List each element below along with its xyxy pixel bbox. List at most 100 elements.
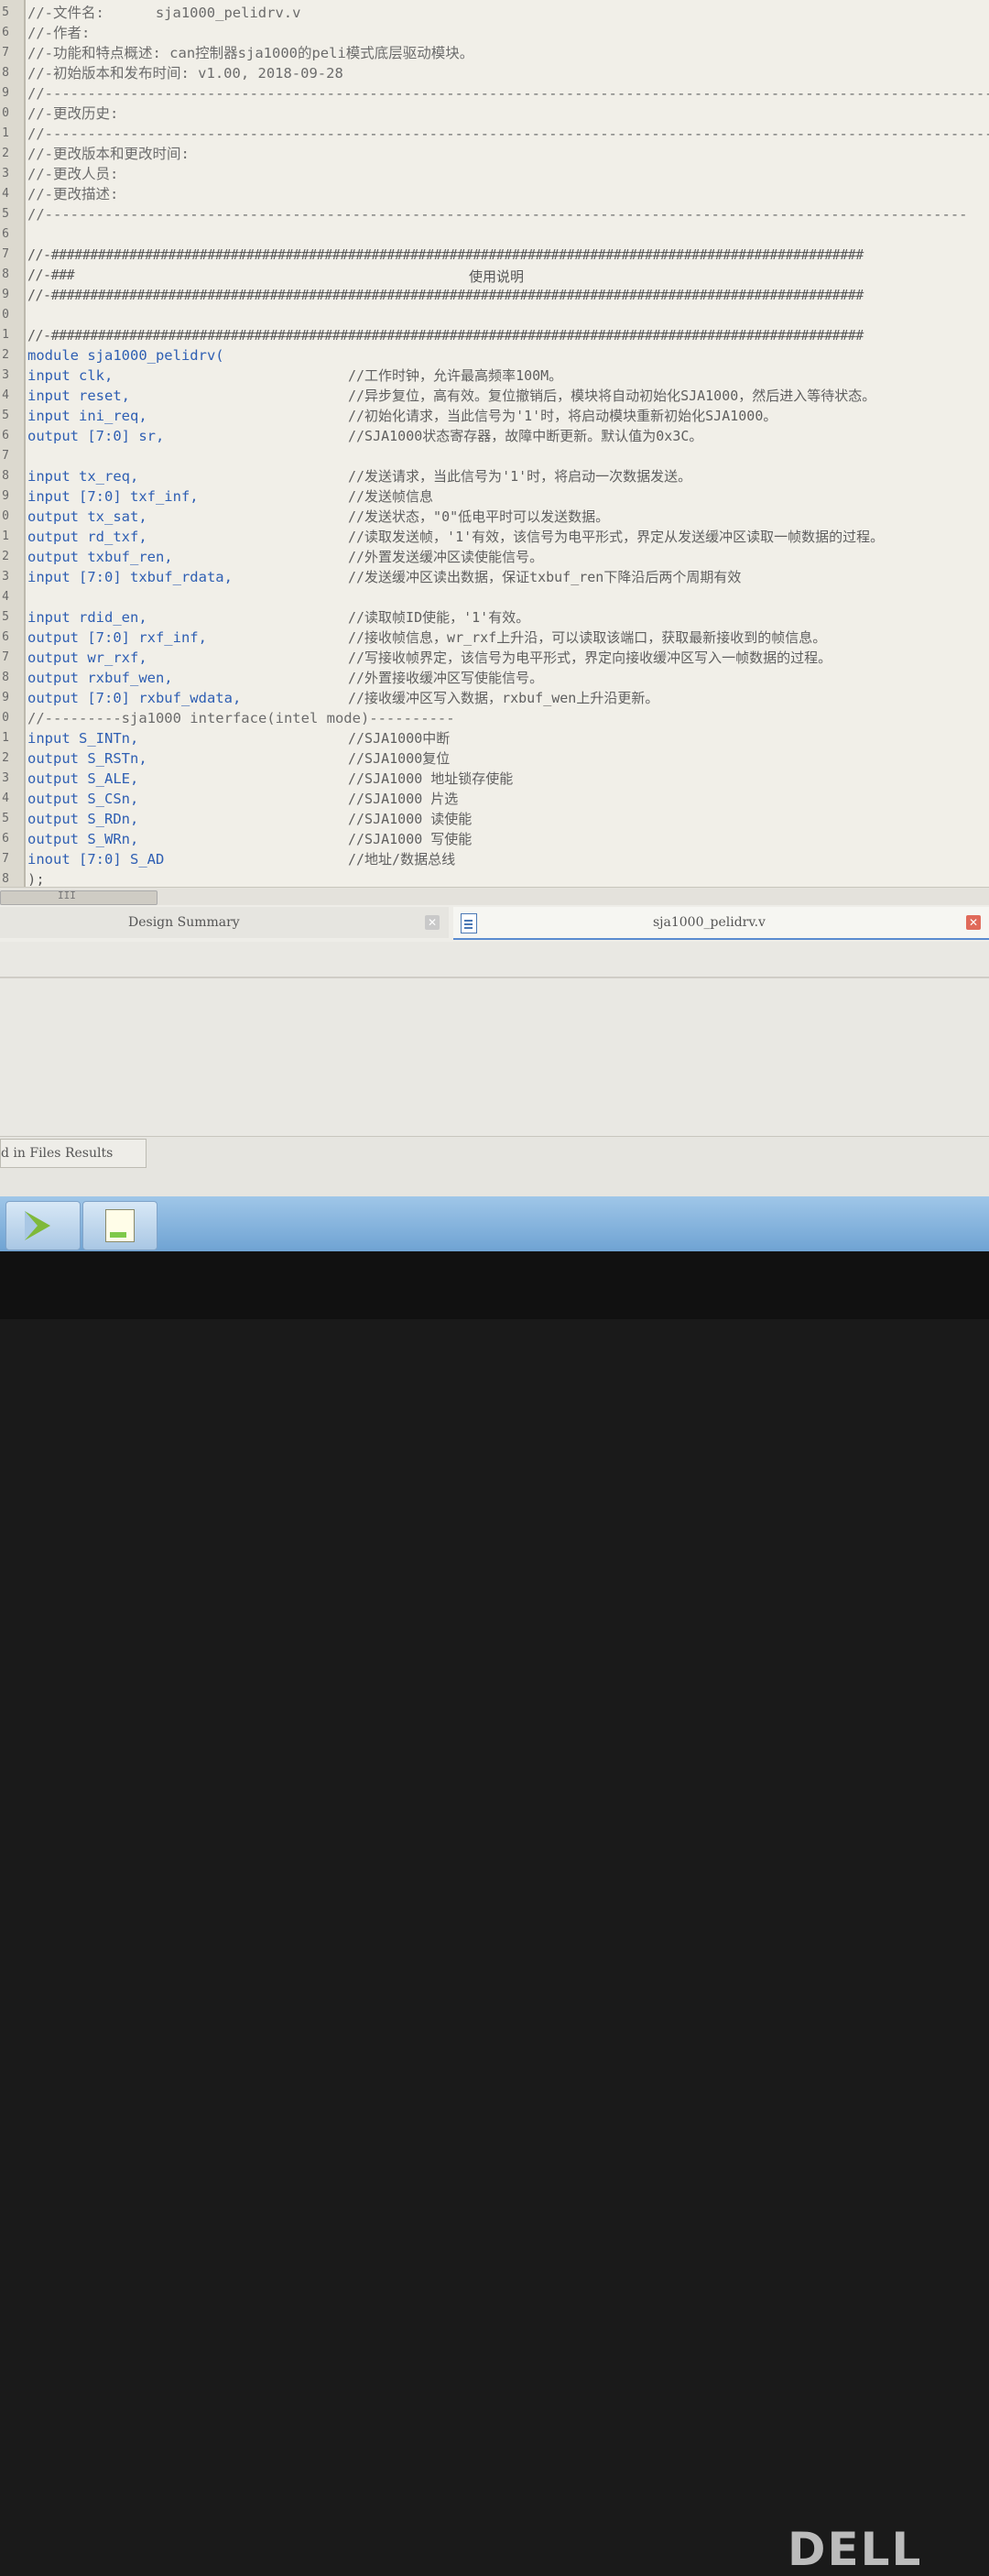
port-declaration[interactable]: input S_INTn,: [27, 728, 138, 748]
separator-hash-line[interactable]: //-#####################################…: [27, 285, 864, 305]
port-declaration[interactable]: output rd_txf,: [27, 527, 147, 547]
separator-hash-line[interactable]: //-#####################################…: [27, 245, 864, 265]
line-number: 7: [2, 449, 9, 463]
header-comment-line[interactable]: //-更改版本和更改时间:: [27, 144, 190, 164]
port-comment[interactable]: //SJA1000状态寄存器，故障中断更新。默认值为0x3C。: [348, 426, 702, 446]
header-comment-line[interactable]: //-更改描述:: [27, 184, 118, 204]
header-comment-line[interactable]: //--------------------------------------…: [27, 83, 989, 104]
port-comment[interactable]: //SJA1000中断: [348, 728, 450, 748]
port-declaration[interactable]: input clk,: [27, 366, 113, 386]
line-number: 9: [2, 288, 9, 301]
line-number: 2: [2, 751, 9, 765]
line-number: 4: [2, 187, 9, 201]
port-comment[interactable]: //读取发送帧，'1'有效，该信号为电平形式，界定从发送缓冲区读取一帧数据的过程…: [348, 527, 884, 547]
line-number: 0: [2, 308, 9, 322]
line-number: 9: [2, 691, 9, 704]
port-declaration[interactable]: output [7:0] sr,: [27, 426, 164, 446]
usage-title-line[interactable]: //-###: [27, 265, 75, 285]
port-comment[interactable]: //发送帧信息: [348, 486, 433, 507]
panel-divider: [0, 977, 989, 978]
scrollbar-thumb[interactable]: III: [0, 890, 158, 905]
port-comment[interactable]: //SJA1000复位: [348, 748, 450, 769]
header-comment-line[interactable]: //-文件名: sja1000_pelidrv.v: [27, 3, 300, 23]
module-close[interactable]: );: [27, 869, 45, 887]
port-declaration[interactable]: output wr_rxf,: [27, 648, 147, 668]
port-comment[interactable]: //SJA1000 片选: [348, 789, 458, 809]
port-declaration[interactable]: input [7:0] txf_inf,: [27, 486, 199, 507]
port-comment[interactable]: //初始化请求，当此信号为'1'时，将启动模块重新初始化SJA1000。: [348, 406, 777, 426]
header-comment-line[interactable]: //-功能和特点概述: can控制器sja1000的peli模式底层驱动模块。: [27, 43, 473, 63]
line-number: 0: [2, 711, 9, 725]
line-number: 8: [2, 66, 9, 80]
line-number: 5: [2, 812, 9, 825]
port-comment[interactable]: //异步复位，高有效。复位撤销后，模块将自动初始化SJA1000，然后进入等待状…: [348, 386, 875, 406]
separator-hash-line[interactable]: //-#####################################…: [27, 325, 864, 345]
close-icon[interactable]: ✕: [966, 915, 981, 930]
port-declaration[interactable]: output S_RDn,: [27, 809, 138, 829]
line-number: 1: [2, 328, 9, 342]
header-comment-line[interactable]: //-初始版本和发布时间: v1.00, 2018-09-28: [27, 63, 343, 83]
monitor-bezel: DELL: [0, 1251, 989, 2576]
port-declaration[interactable]: output S_RSTn,: [27, 748, 147, 769]
port-declaration[interactable]: output S_ALE,: [27, 769, 138, 789]
taskbar-item-ise[interactable]: [5, 1201, 81, 1250]
port-comment[interactable]: //发送缓冲区读出数据，保证txbuf_ren下降沿后两个周期有效: [348, 567, 741, 587]
port-comment[interactable]: //接收帧信息，wr_rxf上升沿，可以读取该端口，获取最新接收到的帧信息。: [348, 628, 826, 648]
interface-separator-comment[interactable]: //---------sja1000 interface(intel mode)…: [27, 708, 455, 728]
port-comment[interactable]: //SJA1000 写使能: [348, 829, 472, 849]
notepad-icon: [105, 1209, 135, 1242]
line-number: 6: [2, 227, 9, 241]
header-comment-line[interactable]: //-更改历史:: [27, 104, 118, 124]
header-comment-line[interactable]: //--------------------------------------…: [27, 124, 989, 144]
port-declaration[interactable]: input ini_req,: [27, 406, 147, 426]
line-number: 9: [2, 86, 9, 100]
line-number: 4: [2, 590, 9, 604]
port-comment[interactable]: //发送状态，"0"低电平时可以发送数据。: [348, 507, 609, 527]
taskbar-item-notepad[interactable]: [82, 1201, 158, 1250]
port-comment[interactable]: //外置接收缓冲区写使能信号。: [348, 668, 543, 688]
line-number: 2: [2, 147, 9, 160]
close-icon[interactable]: ✕: [425, 915, 440, 930]
port-comment[interactable]: //SJA1000 读使能: [348, 809, 472, 829]
port-comment[interactable]: //外置发送缓冲区读使能信号。: [348, 547, 543, 567]
line-number: 7: [2, 650, 9, 664]
port-comment[interactable]: //写接收帧界定，该信号为电平形式，界定向接收缓冲区写入一帧数据的过程。: [348, 648, 831, 668]
tab-label: Design Summary: [128, 915, 240, 930]
port-comment[interactable]: //读取帧ID使能，'1'有效。: [348, 607, 529, 628]
line-number: 6: [2, 630, 9, 644]
file-icon: [461, 913, 477, 933]
header-comment-line[interactable]: //-作者:: [27, 23, 90, 43]
port-comment[interactable]: //接收缓冲区写入数据，rxbuf_wen上升沿更新。: [348, 688, 658, 708]
line-number: 3: [2, 570, 9, 584]
port-declaration[interactable]: input tx_req,: [27, 466, 138, 486]
port-declaration[interactable]: output S_WRn,: [27, 829, 138, 849]
line-number: 1: [2, 126, 9, 140]
line-number: 5: [2, 207, 9, 221]
port-declaration[interactable]: input [7:0] txbuf_rdata,: [27, 567, 233, 587]
port-comment[interactable]: //SJA1000 地址锁存使能: [348, 769, 513, 789]
line-number: 7: [2, 852, 9, 866]
port-declaration[interactable]: output tx_sat,: [27, 507, 147, 527]
header-comment-line[interactable]: //--------------------------------------…: [27, 204, 968, 224]
line-number: 8: [2, 469, 9, 483]
port-declaration[interactable]: input rdid_en,: [27, 607, 147, 628]
line-number: 4: [2, 388, 9, 402]
header-comment-line[interactable]: //-更改人员:: [27, 164, 118, 184]
port-declaration[interactable]: output txbuf_ren,: [27, 547, 173, 567]
port-declaration[interactable]: output [7:0] rxbuf_wdata,: [27, 688, 241, 708]
tab-sja1000-pelidrv[interactable]: sja1000_pelidrv.v ✕: [453, 907, 989, 940]
port-declaration[interactable]: output rxbuf_wen,: [27, 668, 173, 688]
port-comment[interactable]: //地址/数据总线: [348, 849, 455, 869]
code-editor[interactable]: 5 6 7 8 9 0 1 2 3 4 5 6 7 8 9 0 1 2 3 4 5 6 7 8 9 0 1 2 3 4 5 6 7 8 9 0 1 2 3 4…: [0, 0, 989, 887]
module-declaration[interactable]: module sja1000_pelidrv(: [27, 345, 224, 366]
line-number: 9: [2, 489, 9, 503]
port-declaration[interactable]: input reset,: [27, 386, 130, 406]
tab-find-in-files-results[interactable]: d in Files Results: [0, 1139, 147, 1168]
tab-design-summary[interactable]: Design Summary ✕: [0, 907, 449, 938]
port-comment[interactable]: //发送请求，当此信号为'1'时，将启动一次数据发送。: [348, 466, 691, 486]
horizontal-scrollbar[interactable]: III: [0, 887, 989, 906]
port-declaration[interactable]: output [7:0] rxf_inf,: [27, 628, 207, 648]
port-declaration[interactable]: output S_CSn,: [27, 789, 138, 809]
port-comment[interactable]: //工作时钟，允许最高频率100M。: [348, 366, 562, 386]
port-declaration[interactable]: inout [7:0] S_AD: [27, 849, 164, 869]
